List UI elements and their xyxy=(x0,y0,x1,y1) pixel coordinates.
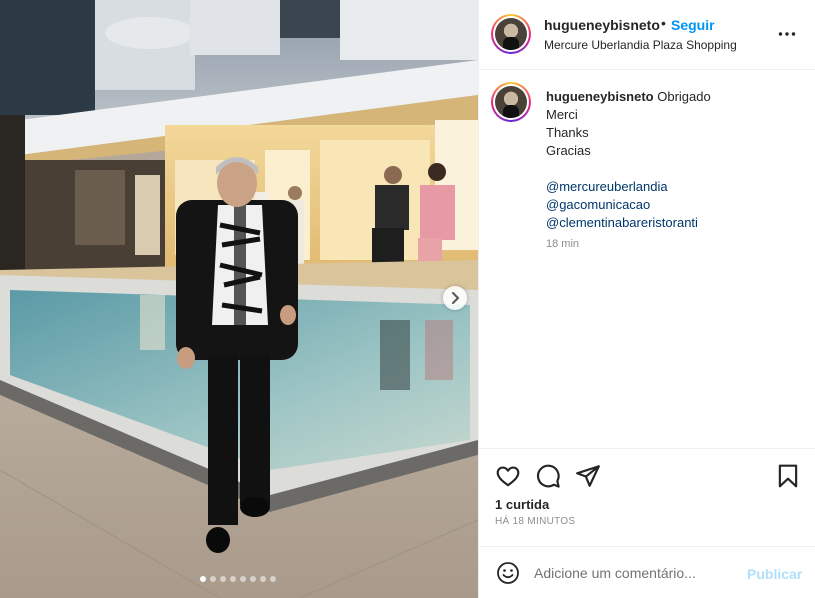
username-link[interactable]: hugueneybisneto xyxy=(544,17,660,33)
location-link[interactable]: Mercure Uberlandia Plaza Shopping xyxy=(544,38,737,52)
comment-button[interactable] xyxy=(535,463,561,489)
action-bar: 1 curtida HÁ 18 MINUTOS xyxy=(479,448,815,546)
bookmark-icon xyxy=(778,464,798,488)
next-slide-button[interactable] xyxy=(443,286,467,310)
separator-dot: • xyxy=(661,15,666,31)
caption-line: Merci xyxy=(546,107,578,122)
caption-avatar[interactable] xyxy=(491,82,531,122)
more-horizontal-icon xyxy=(778,32,796,36)
mention-link[interactable]: @gacomunicacao xyxy=(546,196,806,214)
mention-link[interactable]: @clementinabareristoranti xyxy=(546,214,806,232)
post-timestamp: HÁ 18 MINUTOS xyxy=(495,516,576,527)
caption-username[interactable]: hugueneybisneto xyxy=(546,89,654,104)
carousel-dot-active xyxy=(200,576,206,582)
comment-input[interactable] xyxy=(534,561,744,585)
save-button[interactable] xyxy=(775,463,801,489)
caption-text: hugueneybisneto Obrigado Merci Thanks Gr… xyxy=(546,88,806,232)
caption-line: Thanks xyxy=(546,125,589,140)
comment-bar: Publicar xyxy=(479,546,815,598)
like-button[interactable] xyxy=(495,463,521,489)
like-count[interactable]: 1 curtida xyxy=(495,497,549,512)
carousel-dot xyxy=(220,576,226,582)
comment-icon xyxy=(537,464,560,488)
carousel-dot xyxy=(240,576,246,582)
profile-picture xyxy=(495,18,527,50)
heart-icon xyxy=(496,466,520,487)
caption-first-line: Obrigado xyxy=(657,89,711,104)
chevron-right-icon xyxy=(452,292,459,304)
photo-scene xyxy=(0,0,478,598)
avatar[interactable] xyxy=(491,14,531,54)
caption-section: hugueneybisneto Obrigado Merci Thanks Gr… xyxy=(479,70,815,448)
mention-link[interactable]: @mercureuberlandia xyxy=(546,178,806,196)
emoji-icon xyxy=(497,562,519,584)
carousel-dot xyxy=(210,576,216,582)
caption-timestamp[interactable]: 18 min xyxy=(546,238,579,250)
emoji-button[interactable] xyxy=(496,561,520,585)
profile-picture xyxy=(495,86,527,118)
post-header: hugueneybisneto • Seguir Mercure Uberlan… xyxy=(479,0,815,70)
carousel-dot xyxy=(270,576,276,582)
share-button[interactable] xyxy=(575,463,601,489)
carousel-dot xyxy=(230,576,236,582)
post-details-panel: hugueneybisneto • Seguir Mercure Uberlan… xyxy=(478,0,815,598)
follow-button[interactable]: Seguir xyxy=(671,17,715,33)
carousel-dot xyxy=(250,576,256,582)
publish-button[interactable]: Publicar xyxy=(747,566,802,582)
carousel-dot xyxy=(260,576,266,582)
caption-line: Gracias xyxy=(546,143,591,158)
send-icon xyxy=(576,465,600,487)
carousel-indicator xyxy=(200,576,276,582)
more-options-button[interactable] xyxy=(777,24,797,44)
post-photo[interactable] xyxy=(0,0,478,598)
